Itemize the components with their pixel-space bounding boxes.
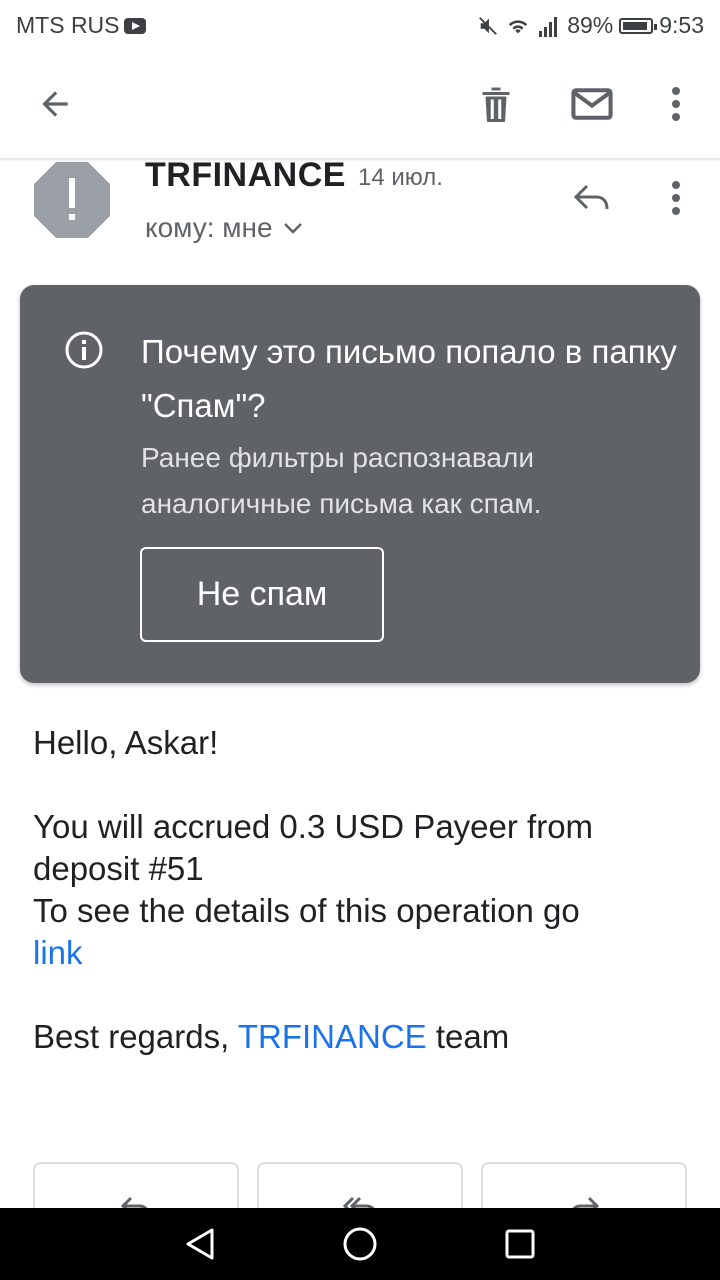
- nav-back-button[interactable]: [180, 1224, 220, 1264]
- not-spam-button[interactable]: Не спам: [140, 547, 384, 642]
- status-bar: MTS RUS 89% 9:53: [0, 0, 720, 52]
- body-line-accrual: You will accrued 0.3 USD Payeer from dep…: [33, 808, 594, 887]
- triangle-back-icon: [186, 1228, 214, 1260]
- signature: Best regards, TRFINANCE team: [33, 1016, 693, 1058]
- warning-octagon-icon: [34, 162, 110, 238]
- signature-brand-link[interactable]: TRFINANCE: [238, 1018, 427, 1055]
- sender-avatar[interactable]: [32, 160, 112, 240]
- status-indicators: 89% 9:53: [477, 12, 704, 39]
- clock: 9:53: [659, 12, 704, 38]
- info-icon: [65, 331, 103, 369]
- system-navigation-bar: [0, 1208, 720, 1280]
- greeting: Hello, Askar!: [33, 724, 219, 761]
- more-options-button[interactable]: [648, 76, 704, 132]
- circle-home-icon: [343, 1227, 377, 1261]
- spam-warning-card: Почему это письмо попало в папку "Спам"?…: [20, 285, 700, 683]
- signature-suffix: team: [435, 1018, 510, 1055]
- delete-button[interactable]: [468, 76, 524, 132]
- details-link[interactable]: link: [33, 934, 83, 971]
- recipients-toggle[interactable]: кому: мне: [145, 212, 303, 244]
- spam-card-description: Ранее фильтры распознавали аналогичные п…: [141, 442, 542, 519]
- message-body: Hello, Askar! You will accrued 0.3 USD P…: [33, 722, 693, 1058]
- battery-percent: 89%: [567, 12, 614, 38]
- back-button[interactable]: [27, 76, 83, 132]
- sender-name[interactable]: TRFINANCE: [145, 156, 346, 195]
- mute-icon: [479, 16, 498, 35]
- battery-icon: [619, 17, 658, 34]
- chevron-down-icon: [283, 223, 302, 234]
- reply-icon: [573, 184, 609, 210]
- signature-prefix: Best regards,: [33, 1018, 230, 1055]
- nav-home-button[interactable]: [340, 1224, 380, 1264]
- spam-card-title: Почему это письмо попало в папку "Спам"?: [141, 333, 677, 424]
- body-line-details: To see the details of this operation go: [33, 892, 580, 929]
- envelope-icon: [571, 88, 613, 120]
- more-vert-icon: [672, 87, 680, 121]
- message-date: 14 июл.: [358, 164, 443, 191]
- signal-icon: [539, 16, 558, 37]
- arrow-left-icon: [42, 91, 68, 117]
- app-toolbar: [0, 52, 720, 158]
- recipients-label: кому: мне: [145, 212, 273, 243]
- carrier: MTS RUS: [16, 12, 146, 39]
- message-more-button[interactable]: [660, 172, 692, 224]
- trash-icon: [482, 87, 510, 122]
- nav-recents-button[interactable]: [500, 1224, 540, 1264]
- youtube-notification-icon: [123, 17, 146, 34]
- more-vert-icon: [672, 181, 680, 215]
- mark-unread-button[interactable]: [564, 76, 620, 132]
- wifi-icon: [509, 19, 528, 33]
- reply-button[interactable]: [566, 172, 618, 224]
- square-recents-icon: [505, 1229, 535, 1259]
- carrier-label: MTS RUS: [16, 12, 120, 38]
